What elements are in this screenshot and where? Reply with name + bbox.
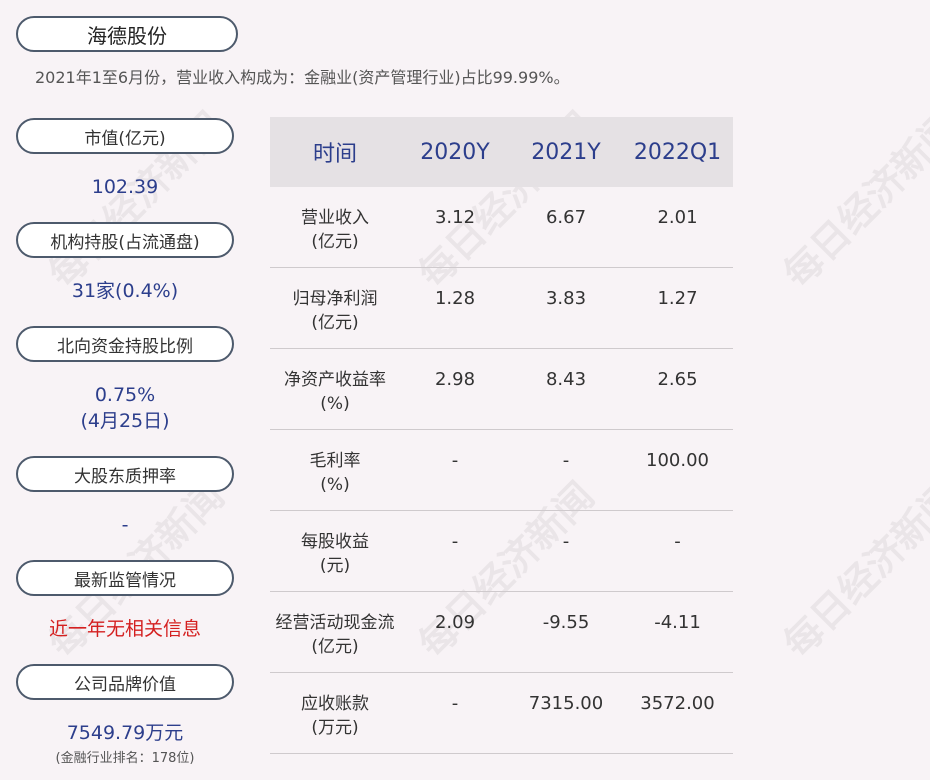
brand-value-label: 公司品牌价值 [16, 664, 234, 700]
table-cell: 6.67 [545, 207, 587, 228]
brand-value-rank: (金融行业排名：178位) [55, 751, 195, 766]
table-cell: -9.55 [542, 612, 590, 633]
row-label: 每股收益 (元) [301, 532, 369, 576]
table-cell: 100.00 [646, 450, 709, 471]
brand-value-value: 7549.79万元 [66, 722, 184, 744]
table-cell: - [451, 531, 459, 552]
financial-table: 时间 2020Y 2021Y 2022Q1 营业收入 (亿元) 3.12 6.67… [270, 117, 733, 754]
pledge-ratio-label: 大股东质押率 [16, 456, 234, 492]
watermark: 每日经济新闻 [775, 473, 930, 667]
row-label: 应收账款 (万元) [301, 694, 369, 738]
table-row: 归母净利润 (亿元) 1.28 3.83 1.27 [270, 268, 733, 349]
row-label: 经营活动现金流 (亿元) [275, 613, 395, 657]
company-name-badge: 海德股份 [16, 16, 238, 52]
table-cell: 2.09 [434, 612, 476, 633]
table-row: 经营活动现金流 (亿元) 2.09 -9.55 -4.11 [270, 592, 733, 673]
table-row: 每股收益 (元) - - - [270, 511, 733, 592]
table-cell: - [674, 531, 681, 552]
header-cell-2021y: 2021Y [531, 139, 601, 165]
table-cell: - [451, 450, 459, 471]
table-cell: -4.11 [654, 612, 701, 633]
regulation-value: 近一年无相关信息 [48, 618, 201, 640]
row-label: 毛利率 (%) [309, 451, 361, 495]
table-row: 净资产收益率 (%) 2.98 8.43 2.65 [270, 349, 733, 430]
table-cell: - [451, 693, 459, 714]
table-cell: - [562, 531, 570, 552]
row-label: 营业收入 (亿元) [301, 208, 369, 252]
institutional-holding-value: 31家(0.4%) [71, 280, 179, 302]
market-cap-value: 102.39 [91, 176, 159, 198]
regulation-label: 最新监管情况 [16, 560, 234, 596]
table-row: 应收账款 (万元) - 7315.00 3572.00 [270, 673, 733, 754]
header-cell-time: 时间 [312, 142, 357, 167]
table-cell: 2.01 [657, 207, 698, 228]
table-cell: 2.65 [657, 369, 698, 390]
table-cell: - [562, 450, 570, 471]
table-cell: 2.98 [434, 369, 476, 390]
northbound-ratio-date: (4月25日) [80, 410, 170, 432]
table-cell: 1.28 [434, 288, 476, 309]
table-cell: 7315.00 [528, 693, 604, 714]
northbound-ratio-label: 北向资金持股比例 [16, 326, 234, 362]
revenue-summary: 2021年1至6月份，营业收入构成为：金融业(资产管理行业)占比99.99%。 [35, 68, 570, 87]
institutional-holding-label: 机构持股(占流通盘) [16, 222, 234, 258]
header-cell-2022q1: 2022Q1 [633, 139, 722, 165]
table-row: 毛利率 (%) - - 100.00 [270, 430, 733, 511]
row-label: 净资产收益率 (%) [284, 370, 386, 414]
table-cell: 1.27 [657, 288, 698, 309]
header-cell-2020y: 2020Y [420, 139, 490, 165]
table-cell: 8.43 [545, 369, 587, 390]
table-cell: 3572.00 [640, 693, 715, 714]
table-cell: 3.12 [434, 207, 476, 228]
table-row: 营业收入 (亿元) 3.12 6.67 2.01 [270, 187, 733, 268]
market-cap-label: 市值(亿元) [16, 118, 234, 154]
row-label: 归母净利润 (亿元) [292, 289, 378, 333]
pledge-ratio-value: - [121, 514, 129, 536]
table-header: 时间 2020Y 2021Y 2022Q1 [270, 117, 733, 187]
watermark: 每日经济新闻 [775, 103, 930, 297]
northbound-ratio-value: 0.75% [94, 384, 156, 406]
table-cell: 3.83 [545, 288, 587, 309]
